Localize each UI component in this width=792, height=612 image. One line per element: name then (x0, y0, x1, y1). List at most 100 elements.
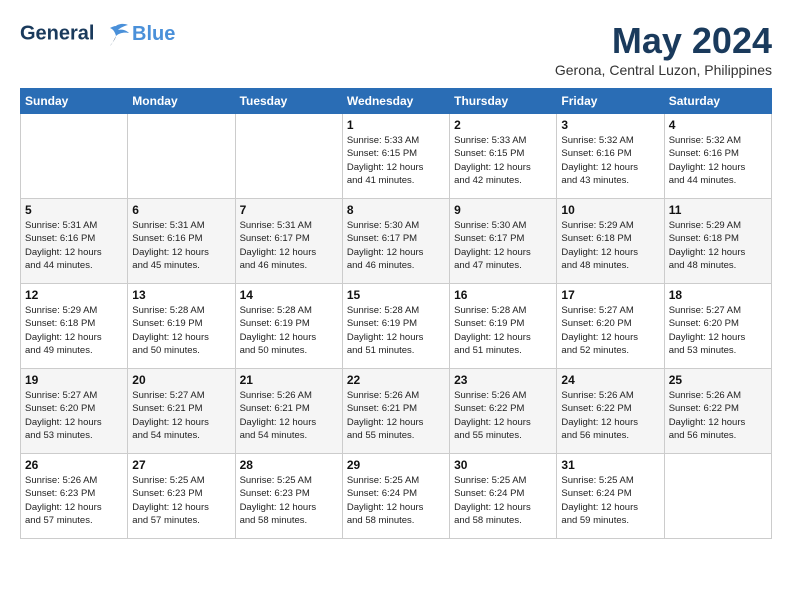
day-info: Sunrise: 5:25 AM Sunset: 6:23 PM Dayligh… (240, 474, 338, 527)
day-number: 9 (454, 203, 552, 217)
day-info: Sunrise: 5:28 AM Sunset: 6:19 PM Dayligh… (132, 304, 230, 357)
day-info: Sunrise: 5:25 AM Sunset: 6:24 PM Dayligh… (454, 474, 552, 527)
weekday-header-sunday: Sunday (21, 89, 128, 114)
day-number: 13 (132, 288, 230, 302)
day-info: Sunrise: 5:26 AM Sunset: 6:21 PM Dayligh… (240, 389, 338, 442)
day-number: 18 (669, 288, 767, 302)
calendar-cell: 15 Sunrise: 5:28 AM Sunset: 6:19 PM Dayli… (342, 284, 449, 369)
calendar-cell: 23 Sunrise: 5:26 AM Sunset: 6:22 PM Dayli… (450, 369, 557, 454)
day-info: Sunrise: 5:25 AM Sunset: 6:24 PM Dayligh… (347, 474, 445, 527)
calendar-week-1: 1 Sunrise: 5:33 AM Sunset: 6:15 PM Daylig… (21, 114, 772, 199)
calendar-cell: 30 Sunrise: 5:25 AM Sunset: 6:24 PM Dayli… (450, 454, 557, 539)
day-info: Sunrise: 5:29 AM Sunset: 6:18 PM Dayligh… (25, 304, 123, 357)
day-info: Sunrise: 5:25 AM Sunset: 6:24 PM Dayligh… (561, 474, 659, 527)
calendar-cell (128, 114, 235, 199)
weekday-header-wednesday: Wednesday (342, 89, 449, 114)
logo-general: General (20, 22, 94, 44)
day-info: Sunrise: 5:28 AM Sunset: 6:19 PM Dayligh… (454, 304, 552, 357)
day-info: Sunrise: 5:27 AM Sunset: 6:21 PM Dayligh… (132, 389, 230, 442)
day-number: 14 (240, 288, 338, 302)
calendar-cell: 31 Sunrise: 5:25 AM Sunset: 6:24 PM Dayli… (557, 454, 664, 539)
calendar-cell: 13 Sunrise: 5:28 AM Sunset: 6:19 PM Dayli… (128, 284, 235, 369)
calendar-cell: 16 Sunrise: 5:28 AM Sunset: 6:19 PM Dayli… (450, 284, 557, 369)
calendar-cell: 12Sunrise: 5:29 AM Sunset: 6:18 PM Dayli… (21, 284, 128, 369)
weekday-header-friday: Friday (557, 89, 664, 114)
day-info: Sunrise: 5:26 AM Sunset: 6:22 PM Dayligh… (561, 389, 659, 442)
page-header: General Blue May 2024 Gerona, Central Lu… (20, 20, 772, 78)
day-number: 8 (347, 203, 445, 217)
day-info: Sunrise: 5:26 AM Sunset: 6:22 PM Dayligh… (454, 389, 552, 442)
day-number: 5 (25, 203, 123, 217)
weekday-header-row: SundayMondayTuesdayWednesdayThursdayFrid… (21, 89, 772, 114)
calendar-cell: 3 Sunrise: 5:32 AM Sunset: 6:16 PM Daylig… (557, 114, 664, 199)
calendar-cell: 19 Sunrise: 5:27 AM Sunset: 6:20 PM Dayli… (21, 369, 128, 454)
calendar-table: SundayMondayTuesdayWednesdayThursdayFrid… (20, 88, 772, 539)
day-info: Sunrise: 5:27 AM Sunset: 6:20 PM Dayligh… (25, 389, 123, 442)
calendar-cell: 29Sunrise: 5:25 AM Sunset: 6:24 PM Dayli… (342, 454, 449, 539)
day-info: Sunrise: 5:26 AM Sunset: 6:21 PM Dayligh… (347, 389, 445, 442)
calendar-cell (235, 114, 342, 199)
day-number: 19 (25, 373, 123, 387)
day-info: Sunrise: 5:28 AM Sunset: 6:19 PM Dayligh… (347, 304, 445, 357)
calendar-cell: 18Sunrise: 5:27 AM Sunset: 6:20 PM Dayli… (664, 284, 771, 369)
day-number: 4 (669, 118, 767, 132)
logo-bird-icon (102, 20, 130, 48)
day-number: 20 (132, 373, 230, 387)
day-info: Sunrise: 5:30 AM Sunset: 6:17 PM Dayligh… (347, 219, 445, 272)
calendar-cell: 22 Sunrise: 5:26 AM Sunset: 6:21 PM Dayli… (342, 369, 449, 454)
calendar-cell: 28 Sunrise: 5:25 AM Sunset: 6:23 PM Dayli… (235, 454, 342, 539)
day-number: 1 (347, 118, 445, 132)
calendar-cell: 11Sunrise: 5:29 AM Sunset: 6:18 PM Dayli… (664, 199, 771, 284)
calendar-cell: 25Sunrise: 5:26 AM Sunset: 6:22 PM Dayli… (664, 369, 771, 454)
calendar-cell: 6 Sunrise: 5:31 AM Sunset: 6:16 PM Daylig… (128, 199, 235, 284)
calendar-cell: 5 Sunrise: 5:31 AM Sunset: 6:16 PM Daylig… (21, 199, 128, 284)
day-number: 28 (240, 458, 338, 472)
weekday-header-saturday: Saturday (664, 89, 771, 114)
day-number: 16 (454, 288, 552, 302)
calendar-header: SundayMondayTuesdayWednesdayThursdayFrid… (21, 89, 772, 114)
day-info: Sunrise: 5:25 AM Sunset: 6:23 PM Dayligh… (132, 474, 230, 527)
day-number: 25 (669, 373, 767, 387)
calendar-cell: 17 Sunrise: 5:27 AM Sunset: 6:20 PM Dayli… (557, 284, 664, 369)
weekday-header-tuesday: Tuesday (235, 89, 342, 114)
weekday-header-monday: Monday (128, 89, 235, 114)
calendar-cell (664, 454, 771, 539)
logo: General Blue (20, 20, 175, 48)
day-number: 11 (669, 203, 767, 217)
calendar-cell: 2 Sunrise: 5:33 AM Sunset: 6:15 PM Daylig… (450, 114, 557, 199)
day-number: 10 (561, 203, 659, 217)
day-number: 6 (132, 203, 230, 217)
day-info: Sunrise: 5:32 AM Sunset: 6:16 PM Dayligh… (669, 134, 767, 187)
day-info: Sunrise: 5:31 AM Sunset: 6:16 PM Dayligh… (132, 219, 230, 272)
day-number: 26 (25, 458, 123, 472)
day-number: 15 (347, 288, 445, 302)
month-title: May 2024 (555, 20, 772, 62)
day-info: Sunrise: 5:31 AM Sunset: 6:17 PM Dayligh… (240, 219, 338, 272)
day-number: 24 (561, 373, 659, 387)
day-number: 22 (347, 373, 445, 387)
weekday-header-thursday: Thursday (450, 89, 557, 114)
calendar-week-2: 5 Sunrise: 5:31 AM Sunset: 6:16 PM Daylig… (21, 199, 772, 284)
day-info: Sunrise: 5:31 AM Sunset: 6:16 PM Dayligh… (25, 219, 123, 272)
day-info: Sunrise: 5:27 AM Sunset: 6:20 PM Dayligh… (561, 304, 659, 357)
calendar-cell: 24 Sunrise: 5:26 AM Sunset: 6:22 PM Dayli… (557, 369, 664, 454)
day-number: 7 (240, 203, 338, 217)
day-info: Sunrise: 5:30 AM Sunset: 6:17 PM Dayligh… (454, 219, 552, 272)
calendar-week-5: 26Sunrise: 5:26 AM Sunset: 6:23 PM Dayli… (21, 454, 772, 539)
day-number: 31 (561, 458, 659, 472)
calendar-cell: 1 Sunrise: 5:33 AM Sunset: 6:15 PM Daylig… (342, 114, 449, 199)
day-number: 17 (561, 288, 659, 302)
day-info: Sunrise: 5:33 AM Sunset: 6:15 PM Dayligh… (347, 134, 445, 187)
day-info: Sunrise: 5:32 AM Sunset: 6:16 PM Dayligh… (561, 134, 659, 187)
day-number: 30 (454, 458, 552, 472)
calendar-cell: 14Sunrise: 5:28 AM Sunset: 6:19 PM Dayli… (235, 284, 342, 369)
day-number: 3 (561, 118, 659, 132)
calendar-week-3: 12Sunrise: 5:29 AM Sunset: 6:18 PM Dayli… (21, 284, 772, 369)
calendar-cell: 20 Sunrise: 5:27 AM Sunset: 6:21 PM Dayli… (128, 369, 235, 454)
day-info: Sunrise: 5:29 AM Sunset: 6:18 PM Dayligh… (561, 219, 659, 272)
day-info: Sunrise: 5:33 AM Sunset: 6:15 PM Dayligh… (454, 134, 552, 187)
title-block: May 2024 Gerona, Central Luzon, Philippi… (555, 20, 772, 78)
calendar-cell: 9 Sunrise: 5:30 AM Sunset: 6:17 PM Daylig… (450, 199, 557, 284)
day-number: 23 (454, 373, 552, 387)
day-number: 2 (454, 118, 552, 132)
